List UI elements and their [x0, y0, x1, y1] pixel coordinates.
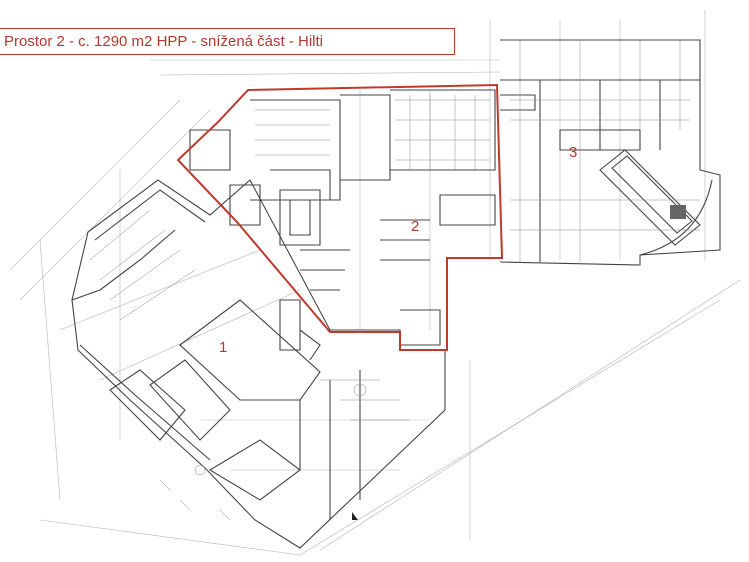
floor-plan: 1 2 3: [9, 10, 741, 556]
building-walls: [71, 39, 721, 549]
plan-details: [89, 40, 700, 521]
construction-grid: [9, 10, 741, 556]
zone-label-2: 2: [411, 218, 419, 235]
page-title: Prostor 2 - c. 1290 m2 HPP - snížená čás…: [4, 33, 324, 50]
direction-arrow-icon: [352, 512, 358, 520]
zone-label-3: 3: [569, 144, 577, 161]
title-banner: Prostor 2 - c. 1290 m2 HPP - snížená čás…: [0, 28, 455, 55]
zone-label-1: 1: [219, 339, 227, 356]
